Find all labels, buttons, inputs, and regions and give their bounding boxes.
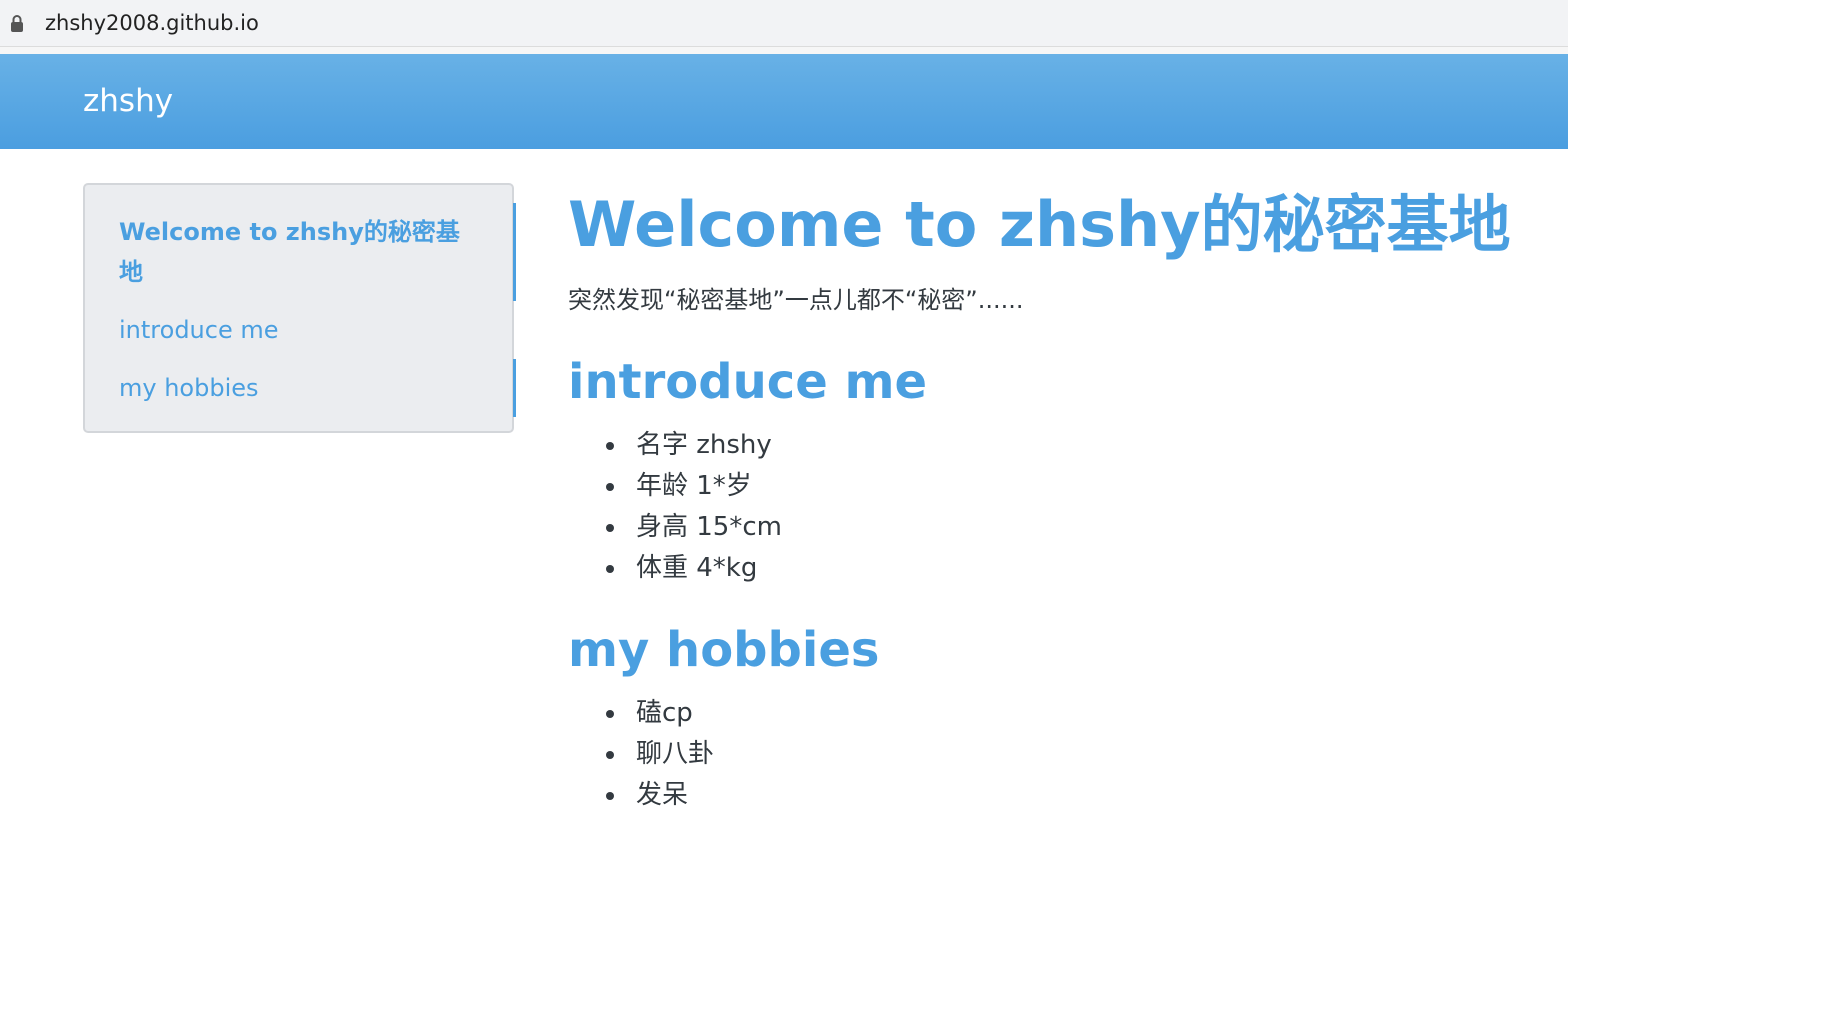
list-item-text: 磕cp — [636, 698, 693, 728]
bullet-icon — [606, 483, 614, 491]
toc-item-welcome-continued[interactable]: 地 — [119, 252, 143, 292]
toc-active-indicator — [513, 203, 516, 301]
list-item: 体重 4*kg — [568, 548, 782, 589]
list-item-text: 名字 zhshy — [636, 430, 772, 460]
bullet-icon — [606, 751, 614, 759]
list-item-text: 年龄 1*岁 — [636, 471, 752, 501]
bullet-icon — [606, 565, 614, 573]
section-heading-my-hobbies: my hobbies — [568, 622, 880, 678]
site-title-link[interactable]: zhshy — [83, 80, 173, 122]
toc-item-my-hobbies[interactable]: my hobbies — [119, 368, 259, 408]
browser-divider — [0, 47, 1568, 54]
hobbies-list: 磕cp 聊八卦 发呆 — [568, 693, 714, 816]
list-item: 磕cp — [568, 693, 714, 734]
list-item: 名字 zhshy — [568, 425, 782, 466]
toc-item-introduce-me[interactable]: introduce me — [119, 310, 279, 350]
bullet-icon — [606, 442, 614, 450]
bullet-icon — [606, 710, 614, 718]
toc-item-welcome-line2: 地 — [119, 258, 143, 286]
table-of-contents: Welcome to zhshy的秘密基 地 introduce me my h… — [83, 183, 516, 433]
lock-icon — [11, 15, 23, 32]
url-text[interactable]: zhshy2008.github.io — [45, 9, 259, 37]
introduce-list: 名字 zhshy 年龄 1*岁 身高 15*cm 体重 4*kg — [568, 425, 782, 589]
list-item: 发呆 — [568, 775, 714, 816]
list-item-text: 发呆 — [636, 780, 689, 810]
page-subtitle: 突然发现“秘密基地”一点儿都不“秘密”...... — [568, 286, 1024, 314]
bullet-icon — [606, 792, 614, 800]
browser-address-bar[interactable]: zhshy2008.github.io — [0, 0, 1568, 47]
toc-item-welcome-line1: Welcome to zhshy的秘密基 — [119, 218, 460, 246]
toc-item-welcome[interactable]: Welcome to zhshy的秘密基 — [119, 212, 460, 252]
list-item: 聊八卦 — [568, 734, 714, 775]
list-item-text: 聊八卦 — [636, 739, 715, 769]
page-title: Welcome to zhshy的秘密基地 — [568, 188, 1511, 261]
site-header: zhshy — [0, 54, 1568, 149]
list-item-text: 体重 4*kg — [636, 553, 758, 583]
bullet-icon — [606, 524, 614, 532]
toc-scroll-indicator — [513, 359, 516, 417]
list-item: 身高 15*cm — [568, 507, 782, 548]
list-item: 年龄 1*岁 — [568, 466, 782, 507]
section-heading-introduce-me: introduce me — [568, 354, 928, 410]
list-item-text: 身高 15*cm — [636, 512, 782, 542]
